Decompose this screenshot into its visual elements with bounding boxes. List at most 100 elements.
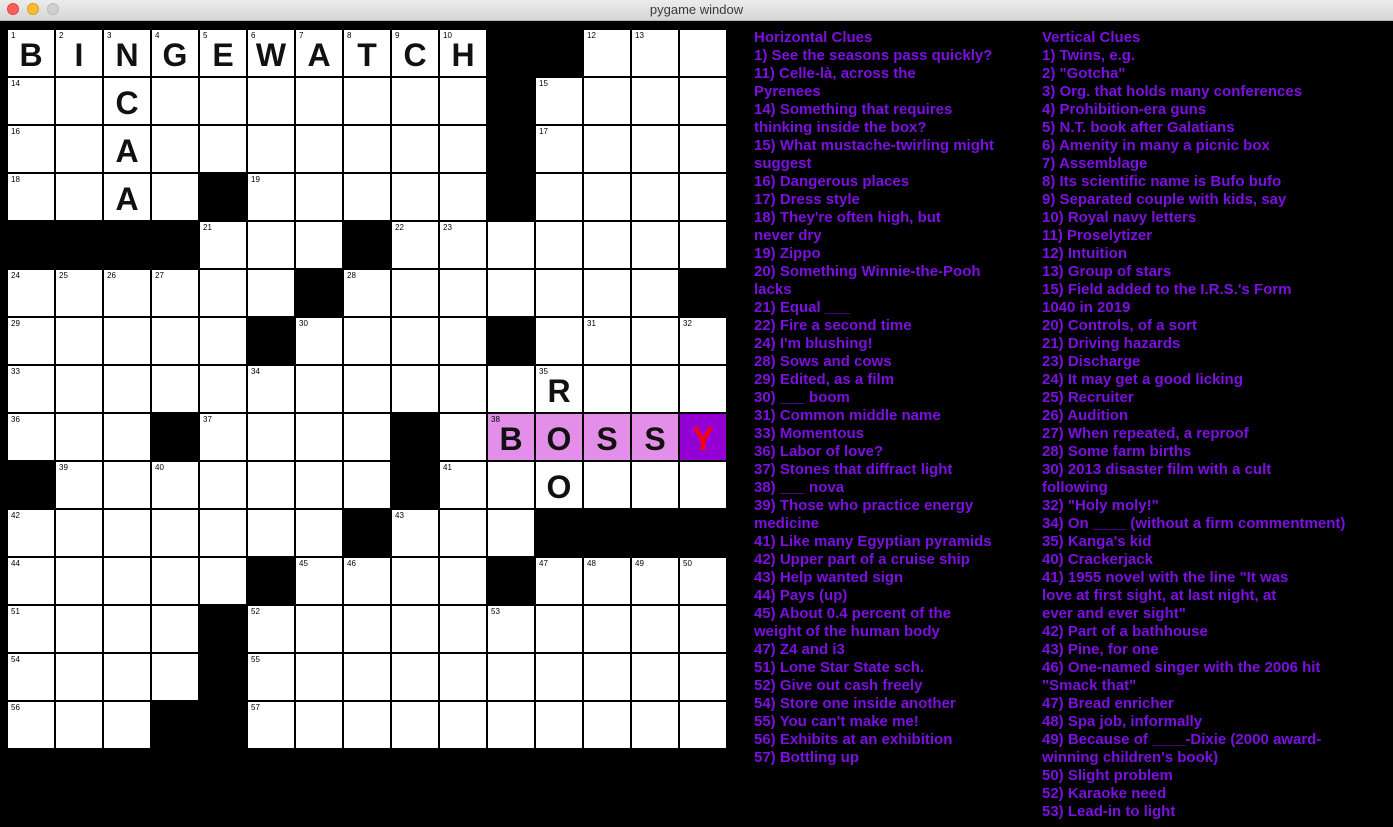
grid-cell[interactable]: 6W <box>248 30 294 76</box>
grid-cell[interactable] <box>104 510 150 556</box>
grid-cell[interactable] <box>584 174 630 220</box>
grid-cell[interactable] <box>152 606 198 652</box>
grid-cell[interactable] <box>584 126 630 172</box>
grid-cell[interactable]: 57 <box>248 702 294 748</box>
grid-cell[interactable]: 49 <box>632 558 678 604</box>
grid-cell[interactable]: O <box>536 414 582 460</box>
grid-cell[interactable]: 44 <box>8 558 54 604</box>
grid-cell[interactable]: 28 <box>344 270 390 316</box>
grid-cell[interactable]: 16 <box>8 126 54 172</box>
grid-cell[interactable] <box>392 78 438 124</box>
grid-cell[interactable] <box>296 462 342 508</box>
grid-cell[interactable]: A <box>104 126 150 172</box>
grid-cell[interactable] <box>344 318 390 364</box>
grid-cell[interactable] <box>632 126 678 172</box>
grid-cell[interactable]: 5E <box>200 30 246 76</box>
grid-cell[interactable] <box>680 30 726 76</box>
grid-cell[interactable] <box>152 78 198 124</box>
grid-cell[interactable]: 9C <box>392 30 438 76</box>
grid-cell[interactable] <box>392 126 438 172</box>
grid-cell[interactable] <box>632 174 678 220</box>
grid-cell[interactable] <box>632 654 678 700</box>
grid-cell[interactable] <box>392 174 438 220</box>
grid-cell[interactable]: 51 <box>8 606 54 652</box>
grid-cell[interactable] <box>632 318 678 364</box>
grid-cell[interactable] <box>200 270 246 316</box>
grid-cell[interactable] <box>56 174 102 220</box>
grid-cell[interactable]: 3N <box>104 30 150 76</box>
grid-cell[interactable] <box>392 558 438 604</box>
grid-cell[interactable] <box>248 222 294 268</box>
grid-cell[interactable] <box>344 702 390 748</box>
grid-cell[interactable] <box>488 462 534 508</box>
grid-cell[interactable] <box>584 78 630 124</box>
grid-cell[interactable]: 48 <box>584 558 630 604</box>
grid-cell[interactable] <box>392 702 438 748</box>
grid-cell[interactable] <box>248 414 294 460</box>
grid-cell[interactable] <box>104 702 150 748</box>
grid-cell[interactable]: 46 <box>344 558 390 604</box>
grid-cell[interactable]: 45 <box>296 558 342 604</box>
grid-cell[interactable] <box>392 366 438 412</box>
grid-cell[interactable] <box>440 126 486 172</box>
grid-cell[interactable] <box>584 702 630 748</box>
grid-cell[interactable] <box>248 270 294 316</box>
grid-cell[interactable] <box>152 558 198 604</box>
grid-cell[interactable] <box>56 126 102 172</box>
grid-cell[interactable] <box>56 702 102 748</box>
grid-cell[interactable]: 19 <box>248 174 294 220</box>
grid-cell[interactable] <box>152 126 198 172</box>
grid-cell[interactable] <box>488 270 534 316</box>
grid-cell[interactable] <box>296 414 342 460</box>
grid-cell[interactable]: 10 H <box>440 30 486 76</box>
grid-cell[interactable] <box>488 654 534 700</box>
grid-cell[interactable] <box>584 366 630 412</box>
grid-cell[interactable] <box>680 78 726 124</box>
grid-cell[interactable]: 18 <box>8 174 54 220</box>
grid-cell[interactable] <box>104 606 150 652</box>
grid-cell[interactable] <box>296 366 342 412</box>
grid-cell[interactable] <box>440 606 486 652</box>
grid-cell[interactable] <box>392 606 438 652</box>
grid-cell[interactable] <box>56 606 102 652</box>
grid-cell[interactable] <box>296 222 342 268</box>
grid-cell[interactable] <box>56 510 102 556</box>
grid-cell[interactable] <box>584 270 630 316</box>
grid-cell[interactable]: 24 <box>8 270 54 316</box>
grid-cell[interactable]: 27 <box>152 270 198 316</box>
grid-cell[interactable] <box>584 654 630 700</box>
grid-cell[interactable]: 17 <box>536 126 582 172</box>
grid-cell[interactable]: 13 <box>632 30 678 76</box>
grid-cell[interactable]: O <box>536 462 582 508</box>
grid-cell[interactable] <box>56 558 102 604</box>
grid-cell[interactable] <box>632 222 678 268</box>
grid-cell[interactable]: 22 <box>392 222 438 268</box>
grid-cell[interactable]: 23 <box>440 222 486 268</box>
grid-cell[interactable]: 40 <box>152 462 198 508</box>
grid-cell[interactable] <box>344 654 390 700</box>
grid-cell[interactable]: 29 <box>8 318 54 364</box>
grid-cell[interactable]: 15 <box>536 78 582 124</box>
grid-cell[interactable]: S <box>632 414 678 460</box>
grid-cell[interactable] <box>680 366 726 412</box>
grid-cell[interactable] <box>680 462 726 508</box>
grid-cell[interactable] <box>344 78 390 124</box>
grid-cell[interactable] <box>56 78 102 124</box>
grid-cell[interactable] <box>56 654 102 700</box>
grid-cell[interactable]: 54 <box>8 654 54 700</box>
grid-cell[interactable]: 7A <box>296 30 342 76</box>
grid-cell[interactable] <box>152 174 198 220</box>
grid-cell[interactable] <box>536 222 582 268</box>
grid-cell[interactable] <box>536 270 582 316</box>
grid-cell[interactable] <box>440 654 486 700</box>
grid-cell[interactable]: 12 <box>584 30 630 76</box>
grid-cell[interactable] <box>440 318 486 364</box>
grid-cell[interactable]: 2I <box>56 30 102 76</box>
grid-cell[interactable] <box>152 318 198 364</box>
crossword-grid[interactable]: 1 B 2 I 3 N 4 G 5 E 6 W 7 A 8 T 9 C 10 H 12 13 14 C 15 16 A 17 18 A 19… <box>8 30 728 750</box>
grid-cell[interactable]: 33 <box>8 366 54 412</box>
grid-cell[interactable]: 30 <box>296 318 342 364</box>
grid-cell[interactable] <box>440 78 486 124</box>
grid-cell[interactable] <box>200 78 246 124</box>
grid-cell[interactable]: 52 <box>248 606 294 652</box>
